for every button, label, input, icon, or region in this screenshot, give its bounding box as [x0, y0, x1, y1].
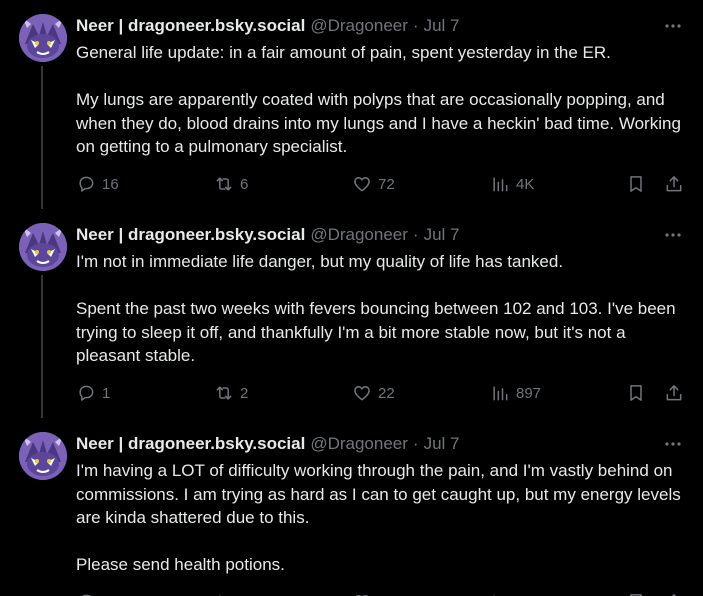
reply-button[interactable]: 1: [76, 383, 110, 403]
tweet[interactable]: Neer | dragoneer.bsky.social @Dragoneer …: [0, 209, 703, 418]
like-button[interactable]: [352, 592, 372, 596]
tweet[interactable]: Neer | dragoneer.bsky.social @Dragoneer …: [0, 418, 703, 596]
tweet[interactable]: Neer | dragoneer.bsky.social @Dragoneer …: [0, 0, 703, 209]
avatar[interactable]: [19, 432, 67, 480]
view-count: 4K: [516, 175, 535, 193]
repost-icon: [216, 386, 232, 400]
thread-connector-line: [41, 275, 43, 418]
more-options-icon[interactable]: [663, 434, 683, 454]
bookmark-icon: [630, 594, 642, 596]
separator: ·: [412, 16, 419, 35]
tweet-thread: Neer | dragoneer.bsky.social @Dragoneer …: [0, 0, 703, 596]
tweet-text: I'm not in immediate life danger, but my…: [76, 250, 686, 368]
display-name[interactable]: Neer | dragoneer.bsky.social: [76, 434, 305, 454]
avatar[interactable]: [19, 14, 67, 62]
repost-button[interactable]: [214, 592, 234, 596]
share-button[interactable]: [664, 592, 684, 596]
dragon-avatar-icon: [19, 432, 67, 480]
repost-button[interactable]: 6: [214, 174, 248, 194]
repost-icon: [216, 177, 232, 191]
view-count: 897: [516, 384, 542, 402]
tweet-paragraph: My lungs are apparently coated with poly…: [76, 90, 681, 156]
like-count: 22: [378, 384, 395, 402]
reply-count: 16: [102, 175, 119, 193]
tweet-header: Neer | dragoneer.bsky.social @Dragoneer …: [76, 15, 653, 37]
user-handle[interactable]: @Dragoneer: [310, 434, 408, 454]
user-handle[interactable]: @Dragoneer: [310, 16, 408, 36]
bookmark-icon: [630, 385, 642, 401]
like-button[interactable]: 22: [352, 383, 395, 403]
bookmark-button[interactable]: [626, 383, 646, 403]
display-name[interactable]: Neer | dragoneer.bsky.social: [76, 16, 305, 36]
share-icon: [666, 385, 682, 401]
reply-button[interactable]: 16: [76, 174, 119, 194]
like-button[interactable]: 72: [352, 174, 395, 194]
tweet-actions: 1 2 22 897: [76, 381, 685, 405]
views-button[interactable]: 897: [490, 383, 541, 403]
tweet-actions: 16 6 72 4K: [76, 172, 685, 196]
avatar[interactable]: [19, 223, 67, 271]
display-name[interactable]: Neer | dragoneer.bsky.social: [76, 225, 305, 245]
tweet-date[interactable]: Jul 7: [424, 225, 460, 245]
views-button[interactable]: [490, 592, 510, 596]
repost-icon: [218, 595, 221, 596]
dragon-avatar-icon: [19, 223, 67, 271]
bookmark-button[interactable]: [626, 592, 646, 596]
tweet-paragraph: Please send health potions.: [76, 555, 285, 574]
views-icon: [493, 386, 508, 401]
tweet-paragraph: Spent the past two weeks with fevers bou…: [76, 299, 676, 365]
views-button[interactable]: 4K: [490, 174, 534, 194]
reply-count: 1: [102, 384, 111, 402]
repost-count: 2: [240, 384, 249, 402]
user-handle[interactable]: @Dragoneer: [310, 225, 408, 245]
tweet-paragraph: I'm not in immediate life danger, but my…: [76, 252, 564, 271]
reply-button[interactable]: [76, 592, 96, 596]
repost-count: 6: [240, 175, 249, 193]
thread-connector-line: [41, 66, 43, 209]
tweet-date[interactable]: Jul 7: [424, 434, 460, 454]
tweet-date[interactable]: Jul 7: [424, 16, 460, 36]
reply-icon: [81, 594, 91, 596]
views-icon: [493, 177, 508, 192]
tweet-actions: [76, 590, 685, 596]
heart-icon: [355, 595, 369, 596]
reply-icon: [79, 385, 94, 401]
share-icon: [666, 176, 682, 192]
reply-icon: [79, 176, 94, 192]
views-icon: [493, 595, 495, 596]
repost-button[interactable]: 2: [214, 383, 248, 403]
share-button[interactable]: [664, 174, 684, 194]
tweet-text: I'm having a LOT of difficulty working t…: [76, 459, 686, 577]
like-count: 72: [378, 175, 395, 193]
separator: ·: [412, 434, 419, 453]
tweet-header: Neer | dragoneer.bsky.social @Dragoneer …: [76, 224, 653, 246]
tweet-paragraph: General life update: in a fair amount of…: [76, 43, 611, 62]
share-button[interactable]: [664, 383, 684, 403]
heart-icon: [354, 386, 370, 401]
tweet-paragraph: I'm having a LOT of difficulty working t…: [76, 461, 681, 527]
more-options-icon[interactable]: [663, 225, 683, 245]
heart-icon: [354, 177, 370, 192]
bookmark-button[interactable]: [626, 174, 646, 194]
dragon-avatar-icon: [19, 14, 67, 62]
tweet-text: General life update: in a fair amount of…: [76, 41, 686, 159]
separator: ·: [412, 225, 419, 244]
bookmark-icon: [630, 176, 642, 192]
more-options-icon[interactable]: [663, 16, 683, 36]
share-icon: [671, 594, 677, 596]
tweet-header: Neer | dragoneer.bsky.social @Dragoneer …: [76, 433, 653, 455]
